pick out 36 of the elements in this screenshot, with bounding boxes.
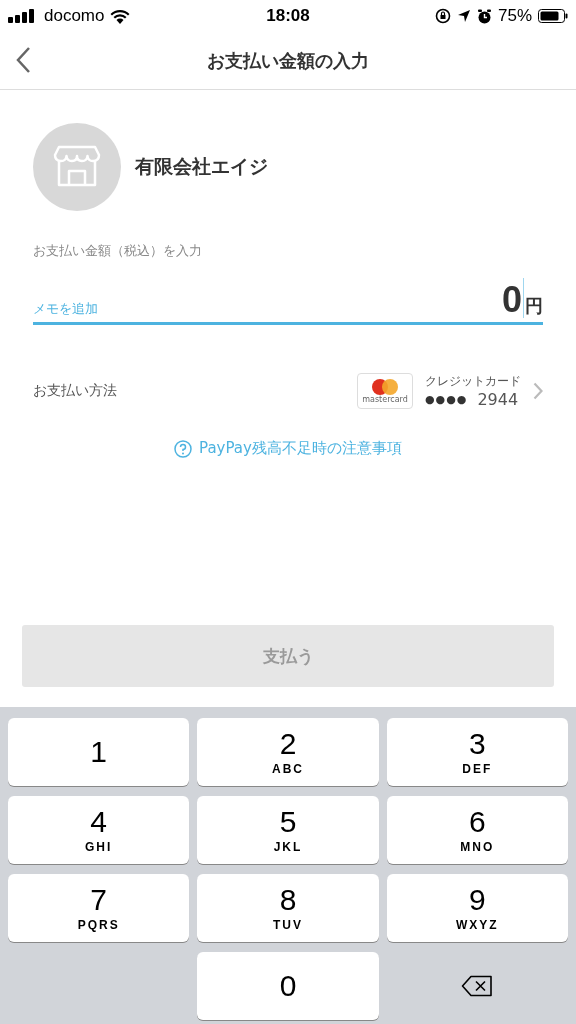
rotation-lock-icon: [434, 8, 451, 24]
carrier-name: docomo: [44, 6, 105, 26]
backspace-icon: [461, 975, 494, 997]
battery-percent: 75%: [497, 6, 532, 26]
amount-field[interactable]: メモを追加 0 円: [33, 278, 543, 325]
keypad-key[interactable]: 0: [197, 952, 379, 1020]
back-icon[interactable]: [15, 46, 31, 74]
alarm-icon: [476, 8, 492, 24]
card-selector[interactable]: mastercard クレジットカード ●●●● 2944: [357, 373, 543, 409]
card-type: クレジットカード: [425, 373, 521, 390]
card-brand: mastercard: [362, 395, 408, 404]
yen-unit: 円: [525, 294, 543, 318]
store-icon: [33, 123, 121, 211]
card-circles-icon: [372, 378, 398, 395]
amount-value: 0: [501, 282, 522, 318]
merchant-name: 有限会社エイジ: [135, 154, 268, 179]
card-last-digits: 2944: [477, 390, 519, 409]
keypad-key[interactable]: 5 JKL: [197, 796, 379, 864]
keypad-key[interactable]: 8 TUV: [197, 874, 379, 942]
keypad-key[interactable]: 7 PQRS: [8, 874, 190, 942]
amount-label: お支払い金額（税込）を入力: [33, 243, 203, 260]
question-icon: [174, 439, 193, 458]
keypad-key[interactable]: 4 GHI: [8, 796, 190, 864]
page-title: お支払い金額の入力: [207, 48, 369, 73]
payment-method-label: お支払い方法: [33, 382, 117, 400]
keypad-key[interactable]: 9 WXYZ: [386, 874, 568, 942]
clock-time: 18:08: [266, 6, 310, 26]
keypad-key[interactable]: 6 MNO: [386, 796, 568, 864]
card-mask: ●●●●: [425, 393, 468, 406]
keypad-key[interactable]: 3 DEF: [386, 718, 568, 786]
location-arrow-icon: [456, 9, 471, 23]
keypad-key[interactable]: 2 ABC: [197, 718, 379, 786]
battery-icon: [538, 9, 568, 23]
keypad-key[interactable]: 1: [8, 718, 190, 786]
wifi-icon: [110, 8, 131, 24]
chevron-right-icon: [533, 382, 543, 400]
